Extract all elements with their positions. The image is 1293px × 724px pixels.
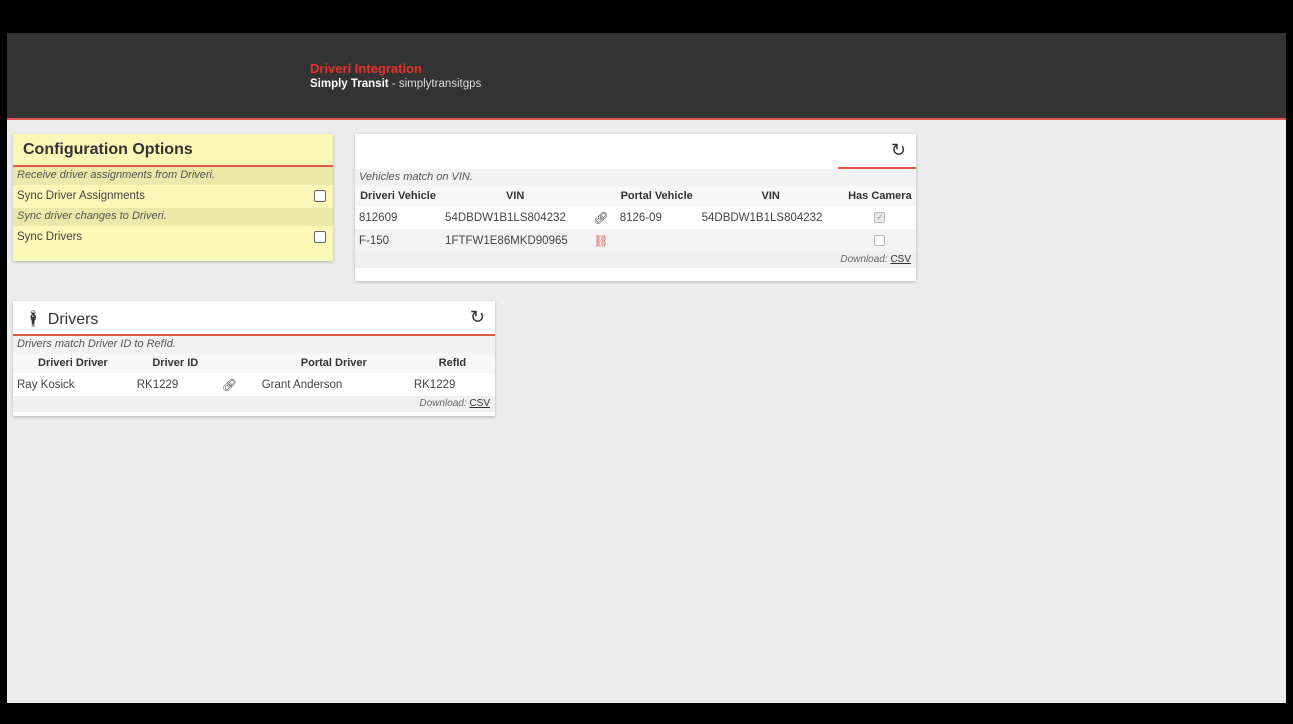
table-header-row: Driveri Driver Driver ID Portal Driver R…	[13, 353, 495, 373]
vin-cell: 54DBDW1B1LS804232	[445, 211, 566, 224]
table-row: 812609 54DBDW1B1LS804232 🔗︎ 8126-09 54DB…	[355, 206, 916, 229]
portal-vehicle-cell	[615, 229, 698, 252]
drivers-panel: 🕴︎ Drivers ↻ Drivers match Driver ID to …	[13, 301, 495, 416]
csv-download-link[interactable]: CSV	[890, 254, 911, 265]
has-camera-cell	[843, 229, 916, 252]
drivers-note: Drivers match Driver ID to RefId.	[13, 336, 495, 353]
refresh-icon[interactable]: ↻	[891, 140, 906, 161]
column-header: Driveri Vehicle	[355, 186, 442, 206]
has-camera-cell: ✓	[844, 206, 916, 229]
driver-id-cell: RK1229	[136, 378, 179, 391]
driveri-vehicle-cell: F-150	[355, 229, 442, 252]
link-icon: 🔗︎	[593, 210, 609, 225]
drivers-table: Driveri Driver Driver ID Portal Driver R…	[13, 353, 495, 396]
column-header: Portal Vehicle	[615, 186, 698, 206]
configuration-title: Configuration Options	[13, 134, 333, 167]
drivers-download: Download: CSV	[13, 396, 495, 412]
drivers-title: Drivers	[47, 311, 99, 328]
vehicles-panel-header: ↻	[355, 134, 916, 169]
driveri-driver-cell: Ray Kosick	[17, 378, 75, 391]
download-label: Download:	[419, 398, 467, 409]
portal-vin-cell: 54DBDW1B1LS804232	[701, 211, 823, 224]
has-camera-checkbox[interactable]	[874, 234, 886, 246]
column-header: VIN	[697, 186, 844, 206]
sync-drivers-row: Sync Drivers	[13, 226, 333, 249]
column-header: Has Camera	[843, 186, 916, 206]
portal-vin-cell	[697, 229, 844, 252]
broken-link-icon[interactable]: ⛓︎	[589, 229, 616, 252]
column-header: Driveri Driver	[13, 353, 133, 373]
sync-driver-assignments-checkbox[interactable]	[314, 190, 326, 202]
column-header: Driver ID	[132, 353, 218, 373]
column-header: Portal Driver	[257, 353, 410, 373]
app-frame: Driveri Integration Simply Transit - sim…	[7, 33, 1286, 703]
app-title: Driveri Integration	[310, 61, 422, 76]
sync-drivers-checkbox[interactable]	[314, 231, 326, 243]
company-name: Simply Transit	[310, 78, 389, 90]
account-line: Simply Transit - simplytransitgps	[310, 78, 481, 90]
vehicles-panel: ↻ Vehicles match on VIN. Driveri Vehicle…	[355, 134, 916, 281]
account-name: simplytransitgps	[398, 78, 482, 90]
portal-vehicle-cell: 8126-09	[619, 211, 662, 224]
sync-driver-assignments-row: Sync Driver Assignments	[13, 185, 333, 208]
column-header	[217, 353, 258, 373]
has-camera-checkbox[interactable]: ✓	[874, 211, 886, 223]
refresh-icon[interactable]: ↻	[470, 307, 485, 328]
portal-driver-cell: Grant Anderson	[261, 378, 343, 391]
driveri-vehicle-cell: 812609	[359, 211, 398, 224]
csv-download-link[interactable]: CSV	[469, 398, 490, 409]
vehicles-download: Download: CSV	[355, 252, 916, 268]
accent-bar	[838, 167, 916, 169]
drivers-sync-note: Sync driver changes to Driveri.	[13, 208, 333, 226]
link-icon: 🔗︎	[221, 377, 238, 392]
separator: -	[388, 78, 399, 90]
table-row: F-150 1FTFW1E86MKD90965 ⛓︎	[355, 229, 916, 252]
drivers-panel-header: 🕴︎ Drivers ↻	[13, 301, 495, 336]
vehicles-note: Vehicles match on VIN.	[355, 169, 916, 186]
sync-drivers-label: Sync Drivers	[17, 231, 83, 243]
assignments-note: Receive driver assignments from Driveri.	[13, 167, 333, 185]
column-header: RefId	[409, 353, 495, 373]
vehicles-table: Driveri Vehicle VIN Portal Vehicle VIN H…	[355, 186, 916, 252]
person-icon: 🕴︎	[23, 311, 44, 328]
configuration-panel: Configuration Options Receive driver ass…	[13, 134, 333, 261]
column-header: VIN	[441, 186, 590, 206]
table-header-row: Driveri Vehicle VIN Portal Vehicle VIN H…	[355, 186, 916, 206]
sync-driver-assignments-label: Sync Driver Assignments	[17, 190, 145, 202]
refid-cell: RK1229	[413, 378, 456, 391]
download-label: Download:	[840, 254, 888, 265]
vin-cell: 1FTFW1E86MKD90965	[441, 229, 590, 252]
app-header: Driveri Integration Simply Transit - sim…	[7, 33, 1286, 120]
column-header	[589, 186, 616, 206]
table-row: Ray Kosick RK1229 🔗︎ Grant Anderson RK12…	[13, 373, 495, 396]
